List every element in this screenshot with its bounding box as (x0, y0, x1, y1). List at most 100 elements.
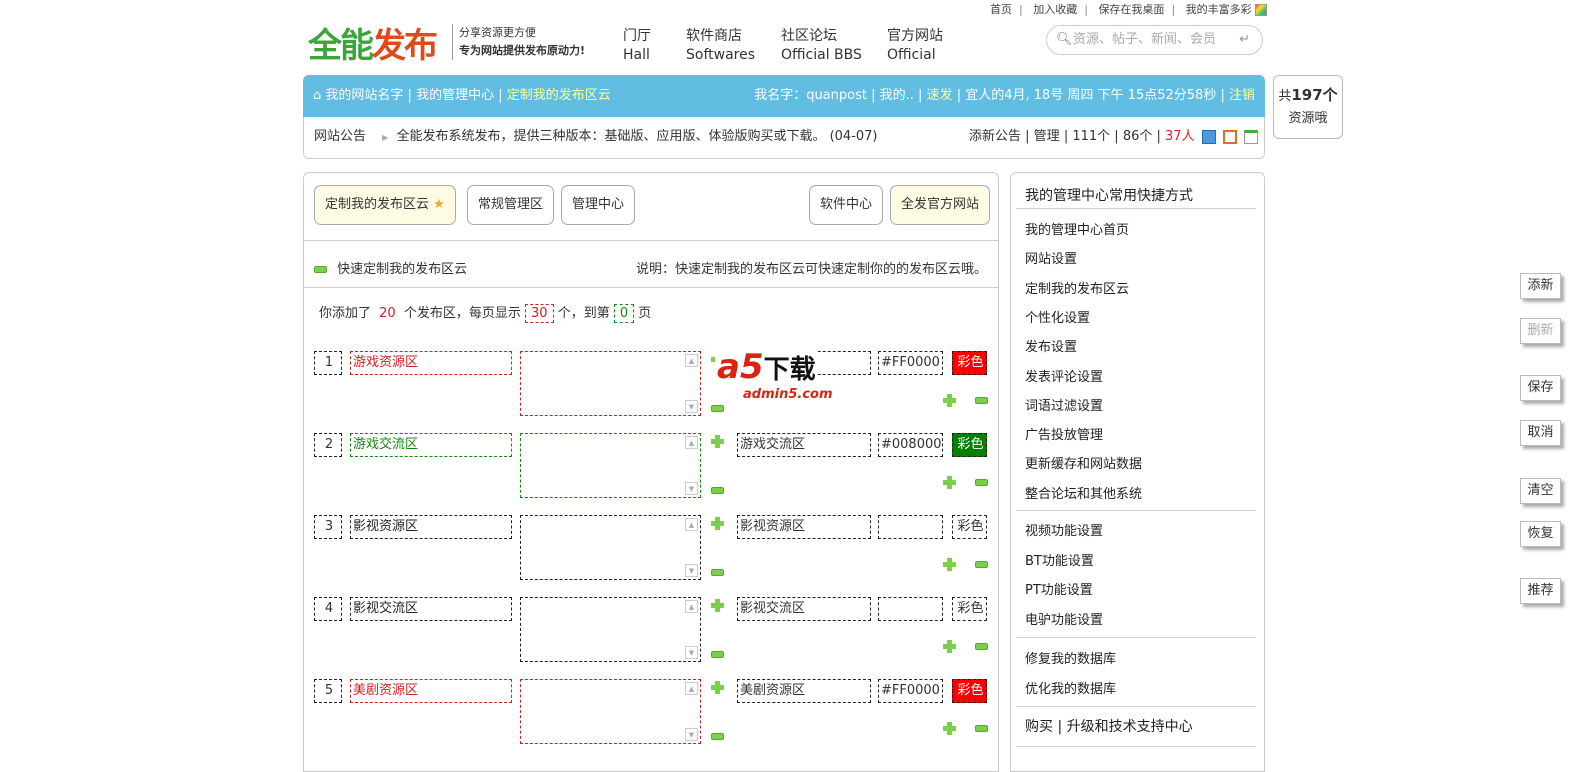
color-picker-button[interactable]: 彩色 (952, 433, 987, 457)
add-icon[interactable] (943, 722, 956, 735)
custom-cloud-button[interactable]: 定制我的发布区云 ★ (314, 185, 456, 225)
media-icon[interactable] (1201, 129, 1216, 144)
remove-icon[interactable] (711, 487, 724, 494)
sidebar-link[interactable]: PT功能设置 (1025, 579, 1093, 598)
official-site-button[interactable]: 全发官方网站 (890, 185, 991, 225)
collapse-icon[interactable] (314, 266, 327, 273)
page-input[interactable]: 0 (613, 304, 635, 323)
bookmark-link[interactable]: 加入收藏 (1033, 3, 1077, 16)
sidebar-link[interactable]: 修复我的数据库 (1025, 648, 1116, 667)
color-input[interactable]: #008000 (878, 433, 943, 457)
sidebar-link[interactable]: 整合论坛和其他系统 (1025, 483, 1142, 502)
scroll-down-icon[interactable]: ▼ (685, 728, 698, 741)
scroll-up-icon[interactable]: ▲ (685, 682, 698, 695)
nav-official[interactable]: 官方网站 Official (887, 27, 943, 65)
save-desktop-link[interactable]: 保存在我桌面 (1098, 3, 1164, 16)
add-icon[interactable] (943, 476, 956, 489)
zone-description-textarea[interactable]: ▲ ▼ (520, 679, 701, 744)
sidebar-link[interactable]: 更新缓存和网站数据 (1025, 453, 1142, 472)
remove-icon[interactable] (975, 643, 988, 650)
scroll-down-icon[interactable]: ▼ (685, 400, 698, 413)
float-button[interactable]: 添新 (1520, 273, 1561, 299)
zone-description-textarea[interactable]: ▲ ▼ (520, 597, 701, 662)
nav-bbs[interactable]: 社区论坛 Official BBS (781, 27, 862, 65)
sidebar-link[interactable]: 优化我的数据库 (1025, 678, 1116, 697)
color-picker-button[interactable]: 彩色 (952, 597, 987, 621)
sidebar-link[interactable]: BT功能设置 (1025, 550, 1094, 569)
admin-center-button[interactable]: 管理中心 (561, 185, 636, 225)
add-icon[interactable] (711, 435, 724, 448)
add-icon[interactable] (711, 517, 724, 530)
zone-description-textarea[interactable]: ▲ ▼ (520, 515, 701, 580)
remove-icon[interactable] (975, 479, 988, 486)
float-button[interactable]: 推荐 (1520, 578, 1561, 604)
add-notice-link[interactable]: 添新公告 (969, 129, 1021, 144)
remove-icon[interactable] (711, 651, 724, 658)
crumb-admin[interactable]: 我的管理中心 (416, 88, 494, 103)
support-link[interactable]: 购买 | 升级和技术支持中心 (1025, 716, 1193, 736)
add-icon[interactable] (711, 681, 724, 694)
home-icon[interactable]: ⌂ (313, 88, 321, 103)
crumb-current[interactable]: 定制我的发布区云 (507, 88, 611, 103)
zone-name-input[interactable]: 美剧资源区 (350, 679, 512, 703)
scroll-up-icon[interactable]: ▲ (685, 354, 698, 367)
notice-text[interactable]: 全能发布系统发布，提供三种版本：基础版、应用版、体验版购买或下载。 (04-07… (396, 129, 877, 144)
logout-link[interactable]: 注销 (1229, 88, 1255, 103)
zone-alias-input[interactable]: 游戏交流区 (737, 433, 871, 457)
palette-icon[interactable] (1255, 4, 1268, 16)
per-page-input[interactable]: 30 (525, 304, 554, 323)
color-picker-button[interactable]: 彩色 (952, 351, 987, 375)
float-button[interactable]: 清空 (1520, 478, 1561, 504)
scroll-up-icon[interactable]: ▲ (685, 436, 698, 449)
logo[interactable]: 全能发布 (308, 18, 438, 67)
color-input[interactable] (878, 597, 943, 621)
remove-icon[interactable] (711, 733, 724, 740)
color-input[interactable]: #FF0000 (878, 351, 943, 375)
add-icon[interactable] (943, 394, 956, 407)
remove-icon[interactable] (975, 397, 988, 404)
float-button[interactable]: 恢复 (1520, 521, 1561, 547)
sidebar-link[interactable]: 个性化设置 (1025, 307, 1090, 326)
remove-icon[interactable] (975, 561, 988, 568)
scroll-down-icon[interactable]: ▼ (685, 646, 698, 659)
theme-link[interactable]: 我的丰富多彩 (1186, 3, 1252, 16)
calendar-icon[interactable] (1244, 129, 1258, 144)
sidebar-link[interactable]: 广告投放管理 (1025, 424, 1103, 443)
sidebar-link[interactable]: 发布设置 (1025, 336, 1077, 355)
zone-name-input[interactable]: 影视交流区 (350, 597, 512, 621)
color-picker-button[interactable]: 彩色 (952, 679, 987, 703)
float-button[interactable]: 删新 (1520, 318, 1561, 344)
add-icon[interactable] (711, 599, 724, 612)
sidebar-link[interactable]: 电驴功能设置 (1025, 609, 1103, 628)
zone-description-textarea[interactable]: ▲ ▼ (520, 351, 701, 416)
scroll-up-icon[interactable]: ▲ (685, 600, 698, 613)
search-input[interactable]: 🔍︎ 资源、帖子、新闻、会员 ↵ (1046, 25, 1263, 55)
quick-post-link[interactable]: 速发 (927, 88, 953, 103)
remove-icon[interactable] (711, 569, 724, 576)
software-center-button[interactable]: 软件中心 (809, 185, 884, 225)
add-icon[interactable] (943, 558, 956, 571)
zone-alias-input[interactable]: 美剧资源区 (737, 679, 871, 703)
enter-icon[interactable]: ↵ (1239, 26, 1250, 54)
remove-icon[interactable] (975, 725, 988, 732)
scroll-down-icon[interactable]: ▼ (685, 482, 698, 495)
add-icon[interactable] (943, 640, 956, 653)
zone-description-textarea[interactable]: ▲ ▼ (520, 433, 701, 498)
mine-link[interactable]: 我的.. (880, 88, 914, 103)
general-admin-button[interactable]: 常规管理区 (467, 185, 555, 225)
color-input[interactable]: #FF0000 (878, 679, 943, 703)
sidebar-link[interactable]: 视频功能设置 (1025, 520, 1103, 539)
zone-name-input[interactable]: 游戏交流区 (350, 433, 512, 457)
float-button[interactable]: 保存 (1520, 375, 1561, 401)
color-picker-button[interactable]: 彩色 (952, 515, 987, 539)
zone-alias-input[interactable]: 影视交流区 (737, 597, 871, 621)
sidebar-link[interactable]: 我的管理中心首页 (1025, 219, 1129, 238)
float-button[interactable]: 取消 (1520, 420, 1561, 446)
home-link[interactable]: 首页 (990, 3, 1012, 16)
zone-alias-input[interactable]: 影视资源区 (737, 515, 871, 539)
crumb-site[interactable]: 我的网站名字 (325, 88, 403, 103)
list-icon[interactable] (1222, 129, 1237, 144)
scroll-down-icon[interactable]: ▼ (685, 564, 698, 577)
zone-name-input[interactable]: 影视资源区 (350, 515, 512, 539)
sidebar-link[interactable]: 发表评论设置 (1025, 366, 1103, 385)
